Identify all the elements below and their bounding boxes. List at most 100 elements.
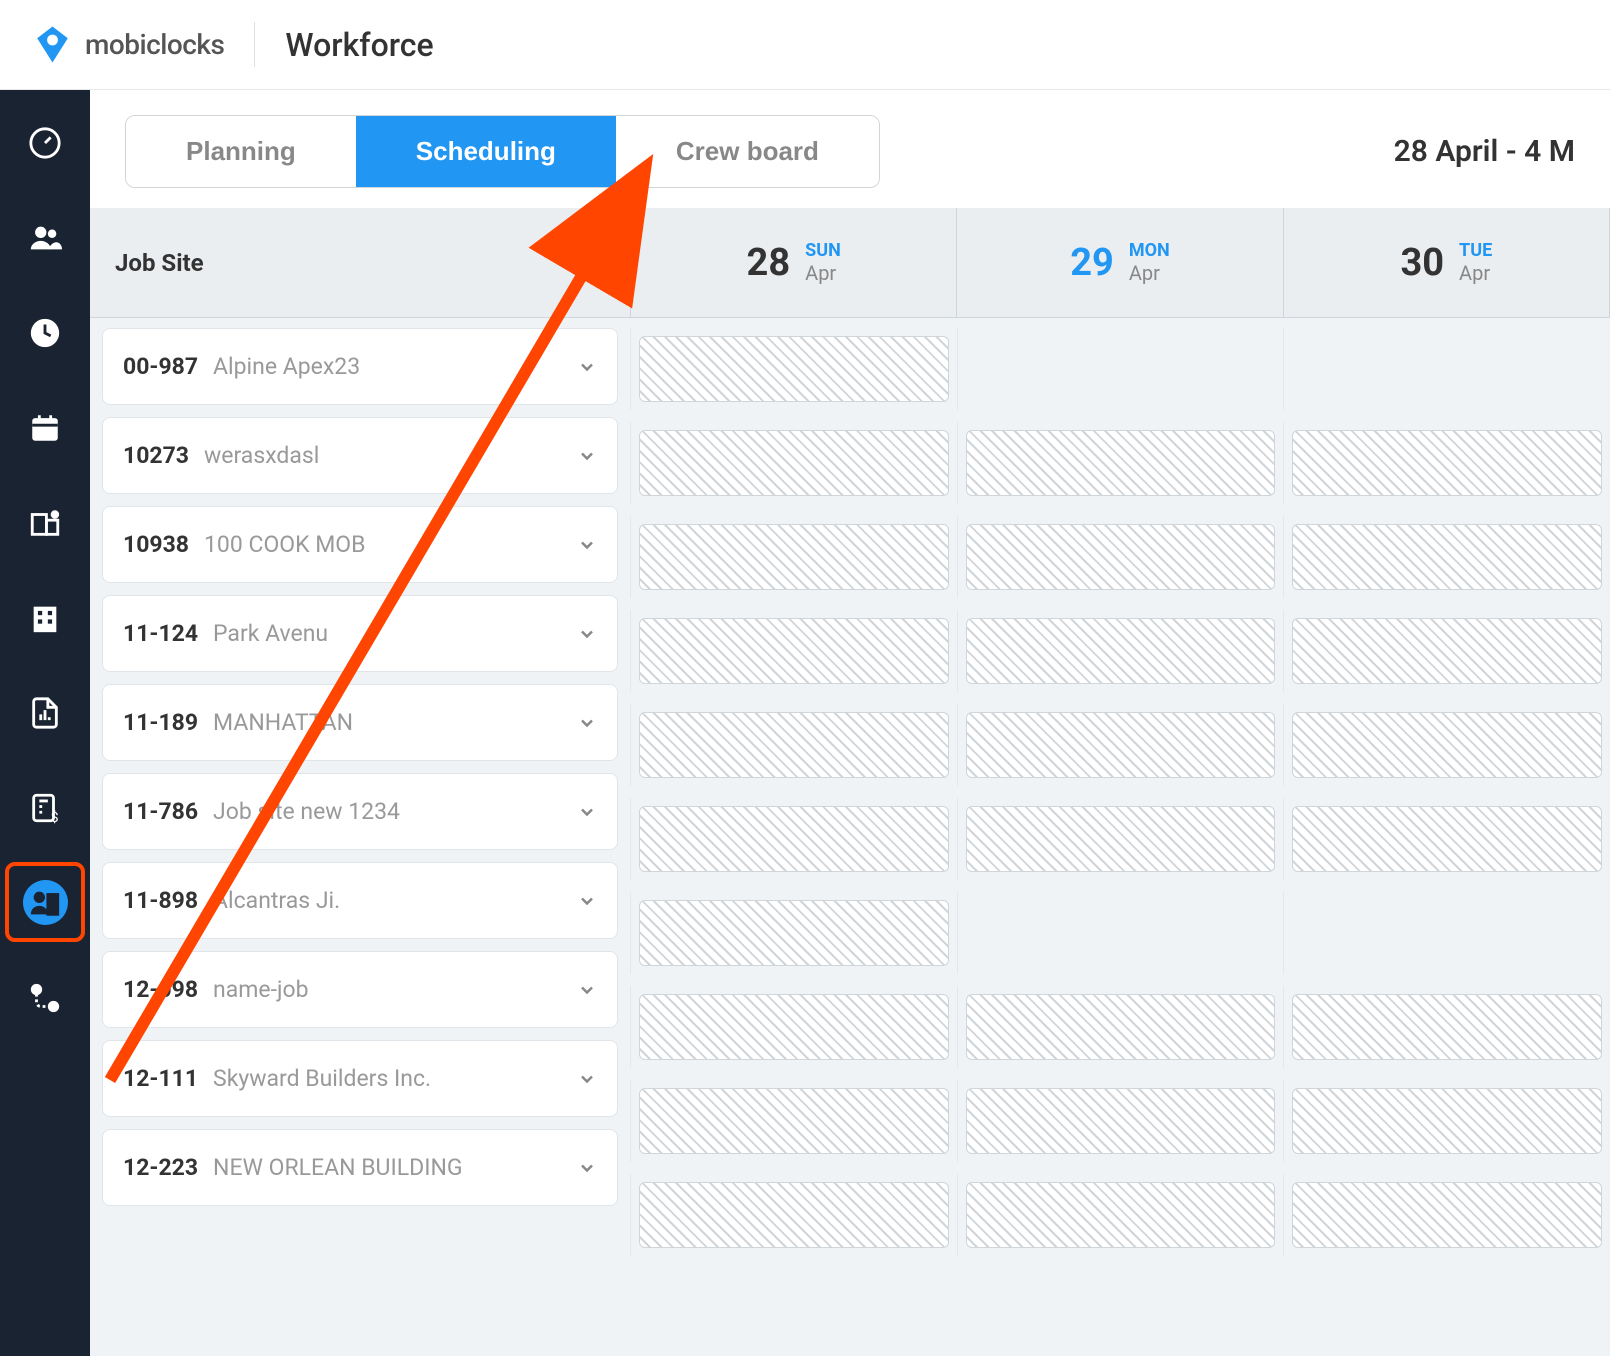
chevron-down-icon — [577, 980, 597, 1000]
tab-crew-board[interactable]: Crew board — [616, 116, 879, 187]
schedule-cell[interactable] — [1283, 986, 1610, 1068]
unavailable-block — [1292, 712, 1602, 778]
schedule-cell[interactable] — [1283, 422, 1610, 504]
day-number: 29 — [1070, 241, 1114, 285]
day-of-week: TUE — [1459, 240, 1492, 262]
schedule-cell[interactable] — [630, 704, 957, 786]
schedule-cell[interactable] — [1283, 798, 1610, 880]
schedule-cell[interactable] — [630, 986, 957, 1068]
jobsite-code: 11-189 — [123, 709, 198, 736]
header-divider — [254, 22, 255, 67]
calendar-icon — [28, 411, 62, 445]
schedule-cell[interactable] — [957, 798, 1284, 880]
jobsite-row[interactable]: 11-189 MANHATTAN — [102, 684, 618, 761]
jobsite-code: 10938 — [123, 531, 189, 558]
schedule-cell[interactable] — [957, 892, 1284, 974]
unavailable-block — [639, 900, 949, 966]
jobsite-row[interactable]: 11-898 Alcantras Ji. — [102, 862, 618, 939]
schedule-cell[interactable] — [957, 704, 1284, 786]
day-number: 30 — [1400, 241, 1444, 285]
schedule-cell[interactable] — [1283, 1080, 1610, 1162]
schedule-cell[interactable] — [630, 1080, 957, 1162]
unavailable-block — [639, 994, 949, 1060]
schedule-cell[interactable] — [957, 422, 1284, 504]
schedule-cell[interactable] — [630, 798, 957, 880]
unavailable-block — [1292, 430, 1602, 496]
schedule-cell[interactable] — [1283, 516, 1610, 598]
unavailable-block — [1292, 994, 1602, 1060]
chevron-down-icon — [577, 446, 597, 466]
users-icon — [28, 221, 62, 255]
jobsite-row[interactable]: 12-111 Skyward Builders Inc. — [102, 1040, 618, 1117]
unavailable-block — [966, 1182, 1276, 1248]
schedule-row — [630, 516, 1610, 598]
unavailable-block — [639, 618, 949, 684]
sidebar-item-calendar[interactable] — [23, 405, 68, 450]
unavailable-block — [639, 1182, 949, 1248]
sidebar-item-users[interactable] — [23, 215, 68, 260]
day-header-cell[interactable]: 29 MON Apr — [957, 208, 1283, 317]
schedule-cell[interactable] — [630, 328, 957, 410]
tab-planning[interactable]: Planning — [126, 116, 356, 187]
schedule-cell[interactable] — [957, 516, 1284, 598]
unavailable-block — [966, 1088, 1276, 1154]
sidebar: $ — [0, 90, 90, 1356]
jobsite-code: 00-987 — [123, 353, 198, 380]
day-of-week: SUN — [805, 240, 841, 262]
jobsite-row[interactable]: 10938 100 COOK MOB — [102, 506, 618, 583]
sidebar-item-billing[interactable]: $ — [23, 785, 68, 830]
schedule-cell[interactable] — [630, 1174, 957, 1256]
jobsite-name: MANHATTAN — [213, 709, 562, 736]
unavailable-block — [966, 618, 1276, 684]
sidebar-item-sites[interactable] — [23, 500, 68, 545]
jobsite-row[interactable]: 12-223 NEW ORLEAN BUILDING — [102, 1129, 618, 1206]
sidebar-item-tracking[interactable] — [23, 975, 68, 1020]
jobsite-row[interactable]: 10273 werasxdasl — [102, 417, 618, 494]
jobsite-list: 00-987 Alpine Apex23 10273 werasxdasl 10… — [90, 318, 630, 1216]
jobsite-row[interactable]: 00-987 Alpine Apex23 — [102, 328, 618, 405]
unavailable-block — [1292, 618, 1602, 684]
jobsite-row[interactable]: 11-786 Job site new 1234 — [102, 773, 618, 850]
sidebar-item-reports[interactable] — [23, 690, 68, 735]
sidebar-item-company[interactable] — [23, 595, 68, 640]
main-content: Planning Scheduling Crew board 28 April … — [90, 90, 1610, 1356]
buildings-map-icon — [28, 506, 62, 540]
jobsite-name: Alcantras Ji. — [213, 887, 562, 914]
day-header-cell[interactable]: 28 SUN Apr — [631, 208, 957, 317]
tab-scheduling[interactable]: Scheduling — [356, 116, 616, 187]
jobsite-row[interactable]: 11-124 Park Avenu — [102, 595, 618, 672]
schedule-cell[interactable] — [1283, 1174, 1610, 1256]
unavailable-block — [1292, 1182, 1602, 1248]
schedule-cell[interactable] — [1283, 704, 1610, 786]
schedule-cell[interactable] — [957, 1174, 1284, 1256]
day-header-cell[interactable]: 30 TUE Apr — [1284, 208, 1610, 317]
jobsite-name: Park Avenu — [213, 620, 562, 647]
jobsite-row[interactable]: 12-098 name-job — [102, 951, 618, 1028]
schedule-cell[interactable] — [630, 892, 957, 974]
sidebar-item-time[interactable] — [23, 310, 68, 355]
schedule-cell[interactable] — [1283, 892, 1610, 974]
days-column: 28 SUN Apr 29 MON Apr 30 TUE Apr — [630, 208, 1610, 1356]
unavailable-block — [966, 712, 1276, 778]
schedule-cell[interactable] — [630, 610, 957, 692]
chevron-down-icon — [577, 535, 597, 555]
schedule-cell[interactable] — [1283, 328, 1610, 410]
schedule-cell[interactable] — [1283, 610, 1610, 692]
chevron-down-icon — [577, 802, 597, 822]
sidebar-item-dashboard[interactable] — [23, 120, 68, 165]
schedule-cell[interactable] — [957, 986, 1284, 1068]
schedule-cell[interactable] — [957, 610, 1284, 692]
jobsite-code: 10273 — [123, 442, 189, 469]
clock-icon — [28, 316, 62, 350]
schedule-cell[interactable] — [630, 422, 957, 504]
brand-logo[interactable]: mobiclocks — [30, 22, 224, 67]
schedule-cell[interactable] — [957, 328, 1284, 410]
day-info: SUN Apr — [805, 240, 841, 286]
schedule-cell[interactable] — [630, 516, 957, 598]
unavailable-block — [966, 524, 1276, 590]
unavailable-block — [639, 524, 949, 590]
day-month: Apr — [1459, 261, 1492, 285]
sidebar-item-workforce[interactable] — [23, 880, 68, 925]
schedule-cell[interactable] — [957, 1080, 1284, 1162]
calculator-dollar-icon: $ — [28, 791, 62, 825]
